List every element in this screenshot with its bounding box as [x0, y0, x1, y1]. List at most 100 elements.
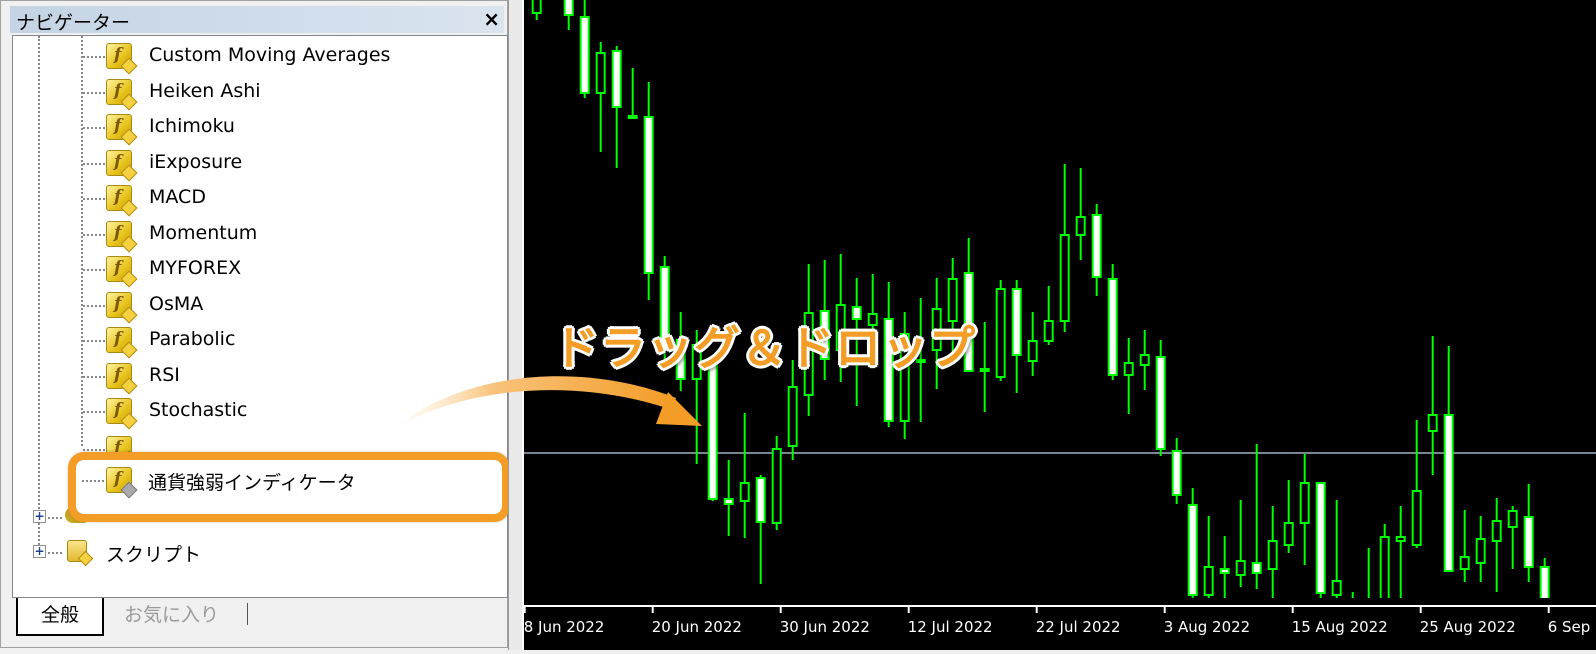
highlighted-item-callout: f 通貨強弱インディケータ [68, 452, 510, 522]
tree-item-label: スクリプト [106, 544, 202, 566]
candle-body [1491, 520, 1502, 542]
expand-icon[interactable]: + [33, 545, 46, 558]
x-tick-label: 20 Jun 2022 [652, 618, 742, 636]
drag-and-drop-annotation: ドラッグ＆ドロップ [553, 321, 976, 375]
candle [1107, 264, 1118, 380]
candle [1379, 524, 1390, 598]
custom-indicator-icon: f [106, 362, 138, 394]
tree-item-currency-strength[interactable]: f 通貨強弱インディケータ [76, 464, 502, 499]
x-tick-label: 12 Jul 2022 [908, 618, 993, 636]
candle [1443, 346, 1454, 572]
candle-body [1267, 540, 1278, 570]
candle-body [1315, 482, 1326, 594]
candle [723, 460, 734, 536]
tree-item-label: RSI [149, 363, 180, 386]
navigator-panel: ナビゲーター × f Custom Moving Averages f Heiken … [0, 0, 508, 648]
candle [1123, 338, 1134, 414]
candle-body [1427, 414, 1438, 432]
candle [755, 475, 766, 584]
candle [1267, 506, 1278, 598]
splitter[interactable] [508, 0, 523, 650]
navigator-title: ナビゲーター [16, 12, 131, 34]
candle [627, 68, 638, 119]
candle [995, 280, 1006, 381]
candle [1283, 480, 1294, 553]
candle [1011, 280, 1022, 393]
candle [1475, 516, 1486, 582]
tree-item-label: Heiken Ashi [149, 79, 261, 102]
candle [579, 0, 590, 98]
tree-item-indicator[interactable]: f Stochastic [13, 395, 507, 430]
tree-item-indicator[interactable]: f Heiken Ashi [13, 76, 507, 110]
tree-item-indicator[interactable]: f Parabolic [13, 324, 507, 359]
candle [1523, 484, 1534, 582]
candle-body [1331, 580, 1342, 596]
navigator-tabs: 全般 お気に入り [12, 598, 508, 642]
candle-body [1299, 482, 1310, 524]
candle-body [979, 368, 990, 372]
candle [1507, 506, 1518, 569]
custom-indicator-icon: f [106, 256, 138, 288]
candle-body [1203, 566, 1214, 596]
candle [1155, 340, 1166, 456]
candle-body [1443, 414, 1454, 572]
tree-item-indicator[interactable]: f Ichimoku [13, 111, 507, 146]
tree-item-indicator[interactable]: f MACD [13, 182, 507, 217]
candle-body [611, 50, 622, 108]
tab-favorites[interactable]: お気に入り [124, 598, 219, 632]
expand-icon[interactable]: + [33, 510, 46, 523]
tree-item-label: Momentum [149, 221, 258, 244]
tree-item-indicator[interactable]: f Custom Moving Averages [13, 40, 507, 75]
tree-item-indicator[interactable]: f iExposure [13, 147, 507, 181]
tab-divider [247, 603, 248, 625]
x-tick-label: 3 Aug 2022 [1164, 618, 1251, 636]
custom-indicator-icon: f [106, 398, 138, 430]
tree-item-indicator[interactable]: f Momentum [13, 218, 507, 252]
candle-body [595, 52, 606, 94]
candle [1091, 204, 1102, 296]
tree-item-indicator[interactable]: f OsMA [13, 289, 507, 323]
candle [979, 322, 990, 412]
candle-body [1139, 354, 1150, 366]
candle-body [1283, 522, 1294, 546]
close-icon[interactable]: × [483, 7, 500, 31]
candle-body [1475, 538, 1486, 564]
candle [1027, 312, 1038, 376]
tree-folder-scripts[interactable]: + スクリプト [13, 536, 507, 570]
tab-general[interactable]: 全般 [16, 598, 104, 636]
candle [1219, 536, 1230, 598]
candle-body [1059, 234, 1070, 322]
candle [1299, 454, 1310, 565]
candle-body [1507, 510, 1518, 528]
x-tick-label: 8 Jun 2022 [524, 618, 604, 636]
custom-indicator-icon: f [106, 43, 138, 75]
custom-indicator-icon: f [106, 149, 138, 181]
candle [595, 42, 606, 152]
candle [643, 82, 654, 300]
candle-body [1123, 362, 1134, 376]
tree-item-label: OsMA [149, 292, 204, 315]
custom-indicator-icon: f [106, 78, 138, 110]
tree-item-indicator[interactable]: f RSI [13, 360, 507, 394]
candle [531, 0, 542, 20]
candle-body [1171, 450, 1182, 496]
custom-indicator-icon: f [106, 467, 138, 499]
candle-body [1523, 516, 1534, 568]
script-scroll-icon [65, 538, 94, 567]
candle-body [787, 386, 798, 447]
tree-item-label: Parabolic [149, 328, 236, 350]
candle-body [1219, 568, 1230, 574]
candle-body [531, 0, 542, 14]
candle [563, 0, 574, 30]
tree-item-indicator[interactable]: f MYFOREX [13, 253, 507, 288]
candle [1331, 500, 1342, 598]
tree-item-label: MACD [149, 186, 206, 208]
candle-body [1155, 356, 1166, 450]
candle-body [579, 16, 590, 94]
candle-body [771, 448, 782, 524]
tree-item-label: Custom Moving Averages [149, 44, 391, 66]
x-tick-label: 6 Sep [1548, 618, 1591, 636]
candle [1367, 548, 1370, 598]
candle [1043, 286, 1054, 345]
candle [1315, 482, 1326, 598]
